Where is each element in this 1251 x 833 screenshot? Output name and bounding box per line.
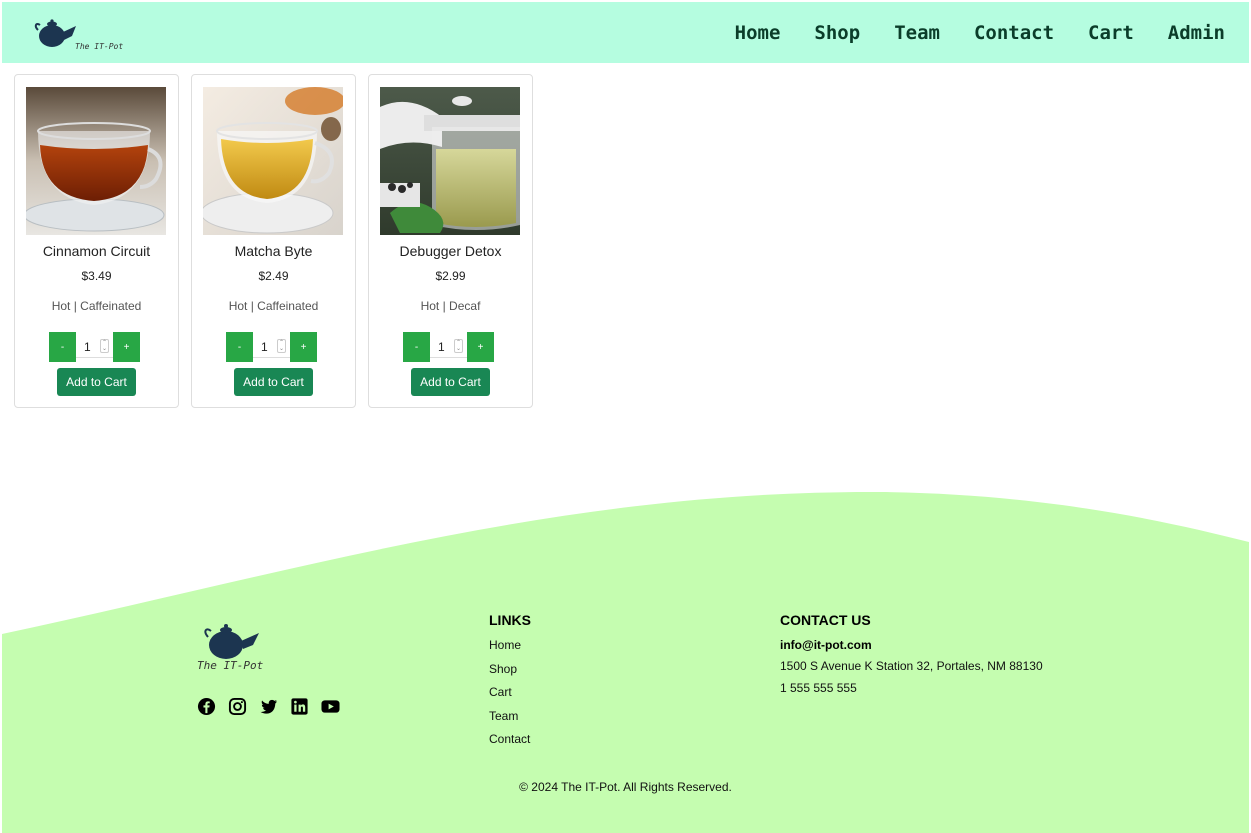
quantity-value: 1 [261, 339, 268, 354]
facebook-icon[interactable] [197, 697, 216, 716]
footer-link-cart[interactable]: Cart [489, 684, 530, 708]
nav-team[interactable]: Team [894, 22, 940, 44]
quantity-input[interactable]: 1 ⌃ ⌄ [253, 336, 290, 358]
quantity-value: 1 [84, 339, 91, 354]
product-tags: Hot | Caffeinated [51, 299, 142, 313]
youtube-icon[interactable] [321, 697, 340, 716]
product-price: $3.49 [81, 269, 112, 283]
product-image [26, 87, 166, 235]
quantity-input[interactable]: 1 ⌃ ⌄ [430, 336, 467, 358]
product-card: Cinnamon Circuit $3.49 Hot | Caffeinated… [14, 74, 179, 408]
footer-link-shop[interactable]: Shop [489, 661, 530, 685]
footer-logo[interactable]: The IT-Pot [197, 619, 267, 675]
add-to-cart-button[interactable]: Add to Cart [57, 368, 136, 396]
product-name: Debugger Detox [399, 243, 502, 259]
increment-button[interactable]: + [467, 332, 494, 362]
spinner-icon[interactable]: ⌃ ⌄ [454, 339, 463, 353]
links-heading: LINKS [489, 612, 531, 628]
quantity-stepper: - 1 ⌃ ⌄ + [226, 332, 317, 362]
product-image [380, 87, 520, 235]
add-to-cart-button[interactable]: Add to Cart [234, 368, 313, 396]
product-name: Matcha Byte [234, 243, 313, 259]
decrement-button[interactable]: - [226, 332, 253, 362]
nav-admin[interactable]: Admin [1168, 22, 1225, 44]
product-card: Matcha Byte $2.49 Hot | Caffeinated - 1 … [191, 74, 356, 408]
brand-logo[interactable]: The IT-Pot [32, 2, 152, 63]
product-tags: Hot | Caffeinated [228, 299, 319, 313]
contact-phone: 1 555 555 555 [780, 681, 857, 695]
footer-brand-name: The IT-Pot [197, 659, 264, 672]
quantity-stepper: - 1 ⌃ ⌄ + [403, 332, 494, 362]
copyright: © 2024 The IT-Pot. All Rights Reserved. [519, 780, 732, 794]
linkedin-icon[interactable] [290, 697, 309, 716]
decrement-button[interactable]: - [403, 332, 430, 362]
nav-contact[interactable]: Contact [974, 22, 1054, 44]
spinner-icon[interactable]: ⌃ ⌄ [277, 339, 286, 353]
contact-email[interactable]: info@it-pot.com [780, 638, 872, 652]
teapot-icon [204, 624, 259, 659]
product-tags: Hot | Decaf [420, 299, 481, 313]
nav-shop[interactable]: Shop [814, 22, 860, 44]
nav-cart[interactable]: Cart [1088, 22, 1134, 44]
product-price: $2.49 [258, 269, 289, 283]
teapot-icon [34, 19, 76, 47]
product-card: Debugger Detox $2.99 Hot | Decaf - 1 ⌃ ⌄ … [368, 74, 533, 408]
twitter-icon[interactable] [259, 697, 278, 716]
footer-link-home[interactable]: Home [489, 637, 530, 661]
quantity-input[interactable]: 1 ⌃ ⌄ [76, 336, 113, 358]
nav-home[interactable]: Home [735, 22, 781, 44]
nav-links: Home Shop Team Contact Cart Admin [701, 22, 1225, 44]
navbar: The IT-Pot Home Shop Team Contact Cart A… [2, 2, 1249, 63]
instagram-icon[interactable] [228, 697, 247, 716]
footer-link-contact[interactable]: Contact [489, 731, 530, 755]
increment-button[interactable]: + [290, 332, 317, 362]
footer-links: Home Shop Cart Team Contact [489, 637, 530, 755]
footer-link-team[interactable]: Team [489, 708, 530, 732]
decrement-button[interactable]: - [49, 332, 76, 362]
spinner-icon[interactable]: ⌃ ⌄ [100, 339, 109, 353]
add-to-cart-button[interactable]: Add to Cart [411, 368, 490, 396]
product-name: Cinnamon Circuit [42, 243, 151, 259]
contact-heading: CONTACT US [780, 612, 871, 628]
product-price: $2.99 [435, 269, 466, 283]
social-links [197, 697, 340, 716]
quantity-value: 1 [438, 339, 445, 354]
contact-address: 1500 S Avenue K Station 32, Portales, NM… [780, 659, 1043, 673]
product-image [203, 87, 343, 235]
brand-name: The IT-Pot [75, 42, 124, 51]
product-grid: Cinnamon Circuit $3.49 Hot | Caffeinated… [14, 74, 533, 408]
increment-button[interactable]: + [113, 332, 140, 362]
quantity-stepper: - 1 ⌃ ⌄ + [49, 332, 140, 362]
